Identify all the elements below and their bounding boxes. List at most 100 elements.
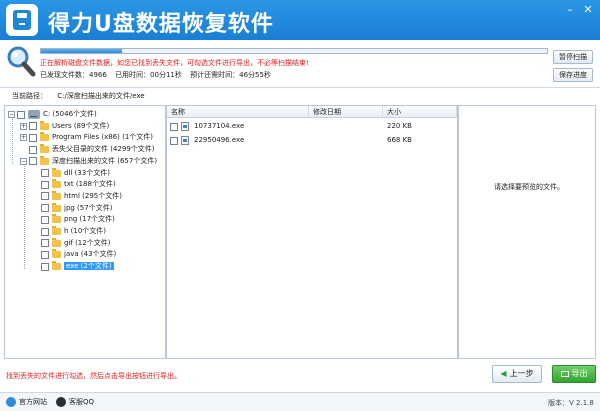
tree-item-checkbox[interactable] [41,250,49,259]
folder-icon [52,237,61,247]
scan-stats: 已发现文件数：4966 已用时间：00分11秒 预计还需时间：46分55秒 [40,70,277,80]
current-path-label: 当前路径： [12,92,47,100]
column-header-size[interactable]: 大小 [383,106,457,118]
tree-item-checkbox[interactable] [17,110,25,119]
remaining-time: 预计还需时间：46分55秒 [190,71,271,79]
column-header-date[interactable]: 修改日期 [309,106,383,118]
previous-step-button[interactable]: ◀ 上一步 [492,365,542,383]
folder-icon [52,167,61,177]
tree-item-label: C: (5046个文件) [43,110,97,118]
file-row[interactable]: 22950496.exe 668 KB [167,134,457,147]
tree-item-label: java (43个文件) [64,250,117,259]
file-checkbox[interactable] [170,123,178,131]
usb-drive-logo-icon [6,4,38,36]
tree-item-label: h (10个文件) [64,227,107,235]
tree-item-label: dll (33个文件) [64,168,110,177]
tree-item-label: Program Files (x86) (1个文件) [52,133,153,142]
scan-status-message: 正在解析磁盘文件数据，如您已找到丢失文件，可勾选文件进行导出，不必等扫描结束! [40,59,309,67]
magnifier-icon [7,46,36,77]
folder-icon [52,179,61,189]
tree-item-checkbox[interactable] [41,239,49,248]
export-hint: 找到丢失的文件进行勾选，然后点击导出按钮进行导出。 [6,372,181,380]
file-size: 220 KB [387,122,412,130]
tree-item-checkbox[interactable] [41,215,49,224]
folder-icon [40,155,49,165]
tree-item[interactable]: png (17个文件) [32,214,115,225]
minimize-button[interactable]: – [562,3,578,17]
folder-icon [52,202,61,212]
tree-guide-line [12,117,13,164]
file-size: 668 KB [387,136,412,144]
previous-step-label: 上一步 [509,369,534,378]
back-arrow-icon: ◀ [500,369,507,378]
tree-item[interactable]: txt (188个文件) [32,179,116,190]
title-bar: 得力U盘数据恢复软件 – ✕ [0,0,600,40]
tree-item[interactable]: gif (12个文件) [32,237,111,249]
support-qq-label: 客服QQ [69,398,95,406]
tree-item-label: txt (188个文件) [64,180,116,189]
qq-penguin-icon [56,397,66,407]
current-path-value: C:/深度扫描出来的文件/exe [57,92,145,100]
pause-scan-button[interactable]: 暂停扫描 [553,50,593,64]
collapse-icon[interactable]: − [8,111,15,118]
globe-icon [6,397,16,407]
folder-icon [52,261,61,271]
tree-item[interactable]: − C: (5046个文件) [8,109,97,120]
tree-item-checkbox[interactable] [29,122,37,131]
collapse-icon[interactable]: − [20,157,27,165]
expand-icon[interactable]: + [20,122,27,130]
tree-item-label: exe (2个文件) [64,262,114,271]
export-button[interactable]: 导出 [552,365,596,383]
folder-icon [40,132,49,142]
folder-icon [52,226,61,235]
files-found-count: 已发现文件数：4966 [40,71,107,79]
file-checkbox[interactable] [170,137,178,145]
tree-item[interactable]: h (10个文件) [32,226,106,237]
tree-item-label: 丢失父目录的文件 (4299个文件) [52,145,155,154]
tree-item[interactable]: html (295个文件) [32,190,122,202]
official-site-label: 官方网站 [19,398,47,406]
tree-item-checkbox[interactable] [41,180,49,189]
drive-icon [28,110,40,119]
expand-icon[interactable]: + [20,134,27,142]
tree-item-label: jpg (57个文件) [64,203,113,212]
support-qq-link[interactable]: 客服QQ [56,397,94,408]
tree-item-checkbox[interactable] [29,157,37,166]
tree-item[interactable]: + Program Files (x86) (1个文件) [20,132,153,143]
tree-item[interactable]: − 深度扫描出来的文件 (657个文件) [20,155,158,167]
tree-item-checkbox[interactable] [41,169,49,177]
tree-item-checkbox[interactable] [29,133,37,142]
scan-status-area: 正在解析磁盘文件数据，如您已找到丢失文件，可勾选文件进行导出，不必等扫描结束! … [0,40,600,88]
folder-icon [40,144,49,154]
tree-item[interactable]: dll (33个文件) [32,167,110,179]
folder-icon [52,190,61,200]
file-list-header: 名称 修改日期 大小 [167,106,457,118]
folder-icon [52,249,61,259]
close-button[interactable]: ✕ [580,3,596,17]
version-label: 版本：V 2.1.8 [548,399,594,407]
tree-item[interactable]: java (43个文件) [32,249,116,260]
exe-file-icon [181,122,189,131]
tree-item-label: png (17个文件) [64,215,115,224]
tree-item-checkbox[interactable] [29,145,37,154]
file-name: 22950496.exe [194,136,245,144]
file-row[interactable]: 10737104.exe 220 KB [167,120,457,133]
tree-item-checkbox[interactable] [41,227,49,236]
file-list-panel: 名称 修改日期 大小 10737104.exe 220 KB 22950496.ex… [166,105,458,359]
tree-item-label: gif (12个文件) [64,238,111,247]
tree-item[interactable]: + Users (89个文件) [20,120,109,132]
save-progress-button[interactable]: 保存进度 [553,68,593,82]
tree-item[interactable]: jpg (57个文件) [32,202,113,214]
export-label: 导出 [571,369,588,378]
tree-item[interactable]: 丢失父目录的文件 (4299个文件) [20,144,155,155]
tree-item-checkbox[interactable] [41,262,49,271]
tree-item-label: 深度扫描出来的文件 (657个文件) [52,156,158,165]
folder-tree-panel[interactable]: − C: (5046个文件) + Users (89个文件) + Program File… [4,105,166,359]
tree-item-checkbox[interactable] [41,192,49,201]
folder-icon [52,214,61,224]
column-header-name[interactable]: 名称 [167,106,309,118]
exe-file-icon [181,136,189,145]
tree-item[interactable]: exe (2个文件) [32,261,114,272]
tree-item-checkbox[interactable] [41,204,49,213]
official-site-link[interactable]: 官方网站 [6,397,47,408]
